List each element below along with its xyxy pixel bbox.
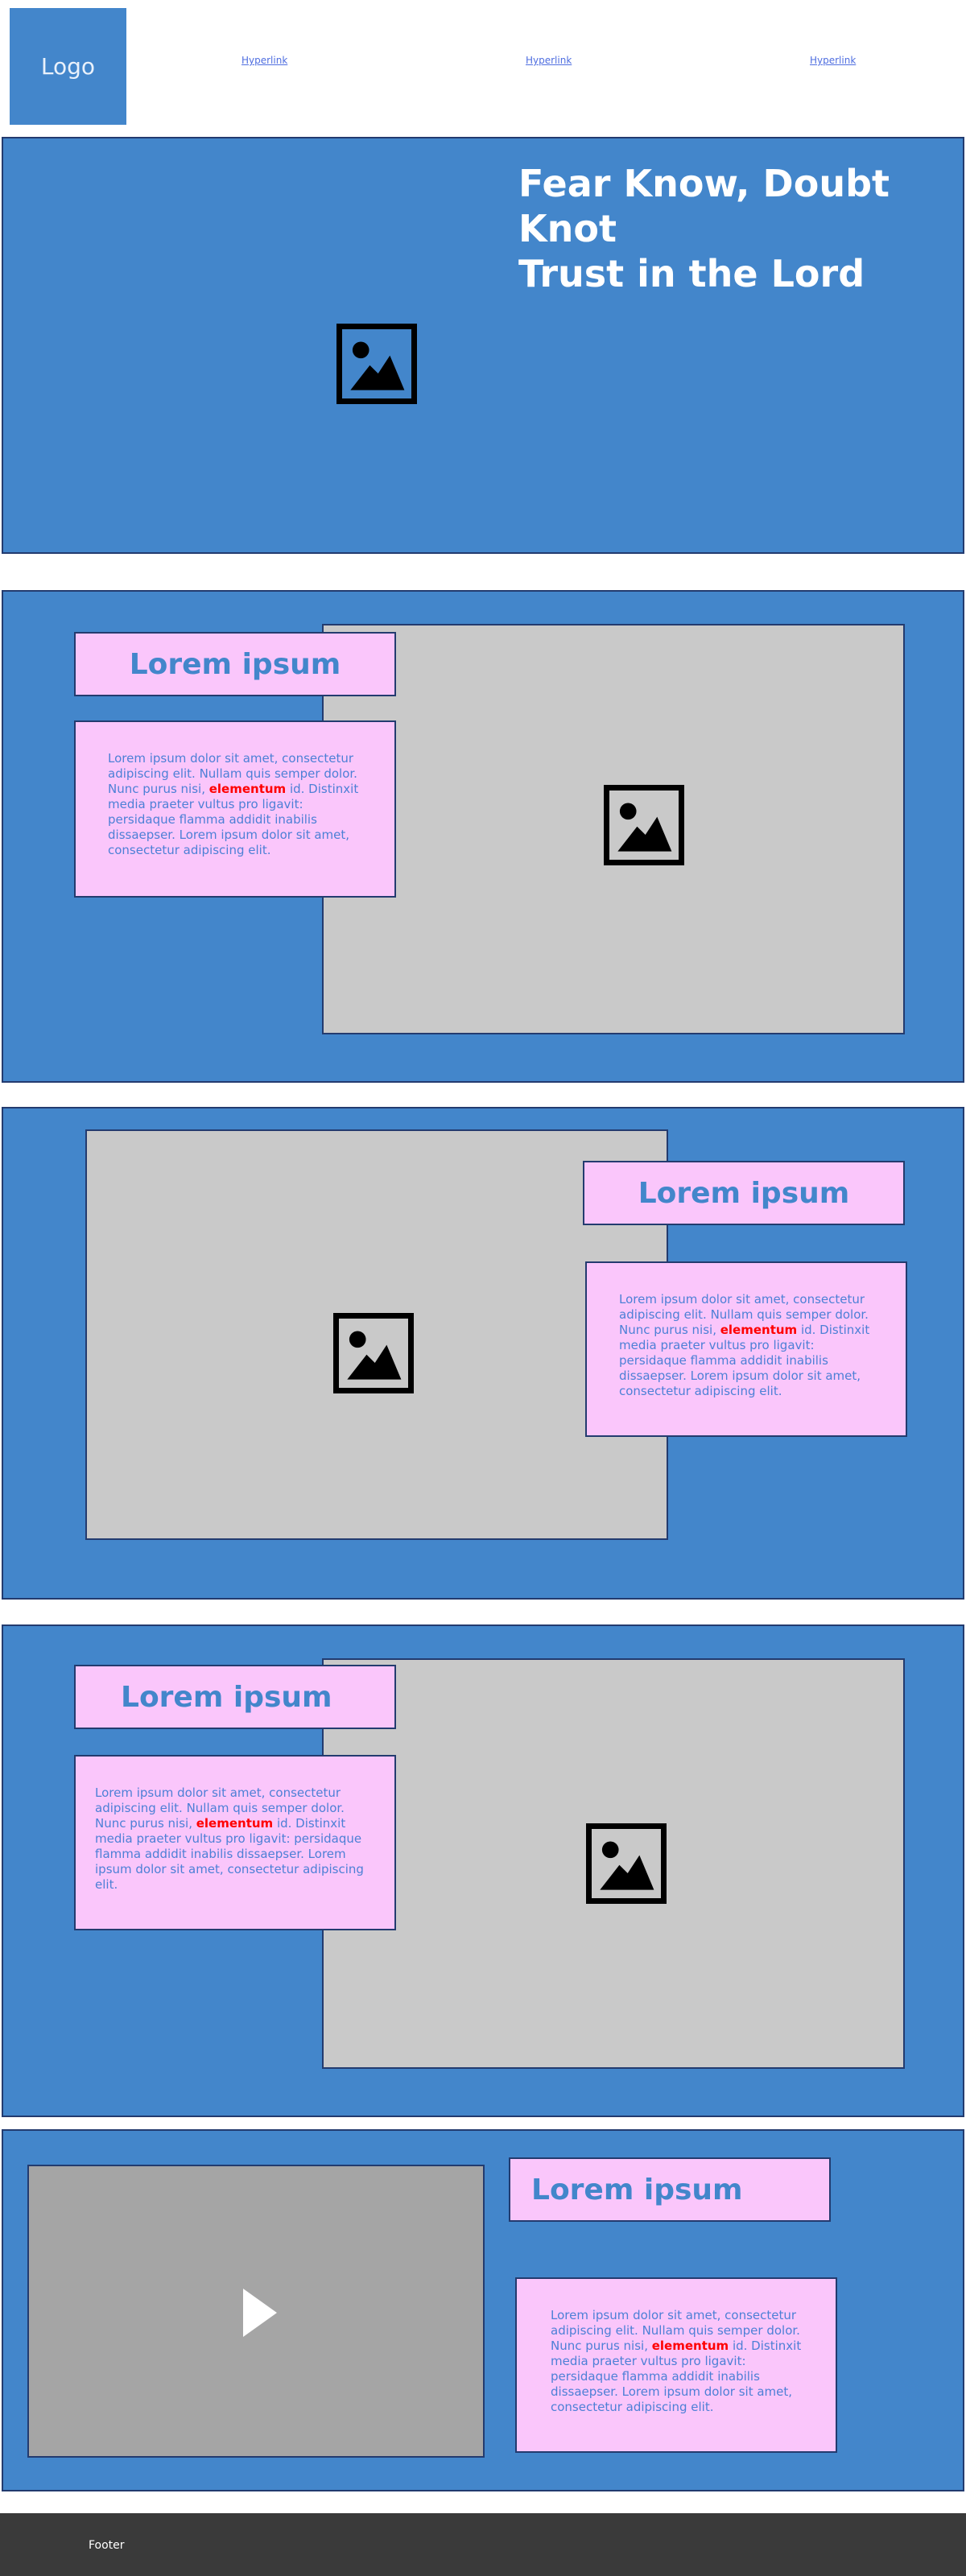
logo[interactable]: Logo bbox=[10, 8, 126, 125]
image-placeholder-icon bbox=[586, 1823, 667, 1904]
section-3-text: Lorem ipsum dolor sit amet, consectetur … bbox=[74, 1755, 396, 1930]
video-section: Lorem ipsum Lorem ipsum dolor sit amet, … bbox=[2, 2129, 964, 2491]
nav-link-3[interactable]: Hyperlink bbox=[810, 55, 856, 66]
section-1-text: Lorem ipsum dolor sit amet, consectetur … bbox=[74, 720, 396, 898]
content-section-2: Lorem ipsum Lorem ipsum dolor sit amet, … bbox=[2, 1107, 964, 1600]
section-2-text: Lorem ipsum dolor sit amet, consectetur … bbox=[585, 1261, 907, 1437]
footer: Footer bbox=[0, 2513, 966, 2576]
section-4-title: Lorem ipsum bbox=[509, 2157, 831, 2222]
section-2-title: Lorem ipsum bbox=[583, 1161, 905, 1225]
video-player[interactable] bbox=[27, 2165, 485, 2458]
hero-title: Fear Know, Doubt Knot Trust in the Lord bbox=[518, 162, 890, 295]
play-icon[interactable] bbox=[243, 2289, 277, 2337]
section-3-text-highlight: elementum bbox=[196, 1816, 274, 1831]
image-placeholder-icon bbox=[333, 1313, 414, 1393]
nav-link-1[interactable]: Hyperlink bbox=[242, 55, 287, 66]
section-1-image bbox=[322, 624, 905, 1034]
section-1-title: Lorem ipsum bbox=[74, 632, 396, 696]
section-2-text-highlight: elementum bbox=[720, 1323, 798, 1337]
image-placeholder-icon bbox=[604, 785, 684, 865]
footer-text: Footer bbox=[89, 2539, 125, 2552]
content-section-1: Lorem ipsum Lorem ipsum dolor sit amet, … bbox=[2, 590, 964, 1083]
section-4-text: Lorem ipsum dolor sit amet, consectetur … bbox=[515, 2277, 837, 2453]
section-1-text-highlight: elementum bbox=[208, 782, 287, 796]
image-placeholder-icon bbox=[336, 324, 417, 404]
section-2-image bbox=[85, 1129, 668, 1540]
section-3-image bbox=[322, 1658, 905, 2069]
hero-section: Fear Know, Doubt Knot Trust in the Lord bbox=[2, 137, 964, 554]
section-3-title: Lorem ipsum bbox=[74, 1665, 396, 1729]
nav-link-2[interactable]: Hyperlink bbox=[526, 55, 572, 66]
section-4-text-highlight: elementum bbox=[651, 2339, 729, 2353]
content-section-3: Lorem ipsum Lorem ipsum dolor sit amet, … bbox=[2, 1624, 964, 2117]
